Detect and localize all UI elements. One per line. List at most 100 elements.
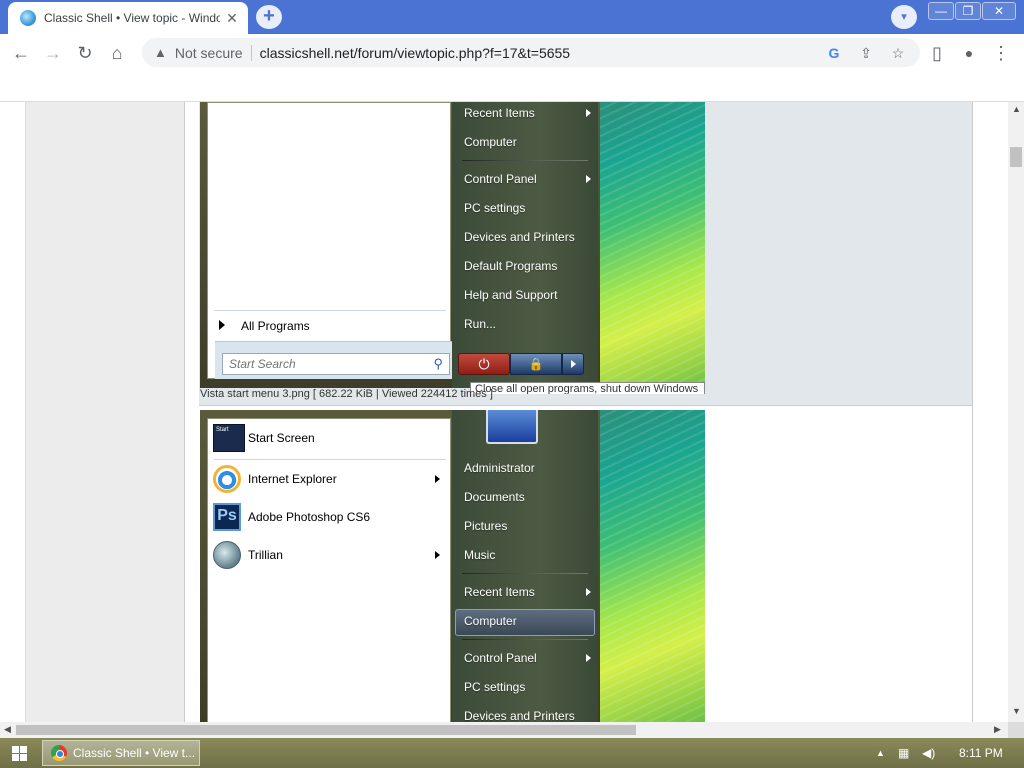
power-tooltip: Close all open programs, shut down Windo… — [470, 382, 705, 394]
submenu-arrow-icon — [435, 551, 440, 559]
windows-taskbar: Classic Shell • View t... ▲ ▦ ◀) 8:11 PM — [0, 738, 1024, 768]
horizontal-scroll-thumb[interactable] — [16, 725, 636, 735]
forward-button[interactable]: → — [40, 40, 66, 66]
address-bar[interactable]: ▲ Not secure classicshell.net/forum/view… — [142, 38, 920, 67]
lock-button-icon[interactable]: 🔒 — [510, 353, 562, 375]
taskbar-item-label: Classic Shell • View t... — [73, 746, 196, 760]
all-programs-item[interactable]: All Programs — [241, 319, 310, 333]
attachment-image-start-menu-2[interactable]: Start Start Screen Internet Explorer Ps … — [200, 410, 705, 722]
restore-button[interactable]: ❐ — [955, 2, 981, 20]
menu-item-label: Run... — [464, 317, 497, 331]
submenu-arrow-icon — [586, 654, 591, 662]
post-content: All Programs ⚲ Recent Items Computer Con… — [185, 102, 981, 722]
start-search-box[interactable]: ⚲ — [222, 353, 450, 375]
taskbar-item-chrome[interactable]: Classic Shell • View t... — [42, 740, 200, 766]
url-text[interactable]: classicshell.net/forum/viewtopic.php?f=1… — [260, 45, 571, 61]
back-button[interactable]: ← — [8, 40, 34, 66]
scroll-down-icon[interactable]: ▼ — [1012, 706, 1021, 716]
menu-item-label: PC settings — [464, 201, 526, 215]
side-panel-icon[interactable]: ▯ — [924, 40, 950, 66]
reload-button[interactable]: ↻ — [72, 40, 98, 66]
menu-item-label: Recent Items — [464, 585, 535, 599]
browser-tab[interactable]: Classic Shell • View topic - Windo ✕ — [8, 2, 248, 34]
menu-item-administrator[interactable]: Administrator — [464, 461, 535, 475]
program-item-internet-explorer[interactable]: Internet Explorer — [213, 462, 447, 498]
menu-item-pc-settings[interactable]: PC settings — [464, 201, 525, 215]
menu-item-label: Music — [464, 548, 496, 562]
computer-icon — [486, 410, 538, 444]
start-search-input[interactable] — [223, 354, 413, 374]
windows-logo-icon — [12, 746, 19, 753]
vertical-scroll-thumb[interactable] — [1010, 147, 1022, 167]
tab-title: Classic Shell • View topic - Windo — [44, 11, 220, 25]
menu-item-pictures[interactable]: Pictures — [464, 519, 507, 533]
windows-logo-pane — [12, 754, 19, 761]
program-label: Internet Explorer — [248, 472, 337, 486]
close-window-button[interactable]: ✕ — [982, 2, 1016, 20]
menu-item-recent-items[interactable]: Recent Items — [464, 585, 591, 599]
new-tab-button[interactable]: + — [256, 5, 282, 29]
horizontal-scrollbar[interactable]: ◀ ▶ — [0, 722, 1008, 738]
submenu-arrow-icon — [586, 109, 591, 117]
menu-item-label: Computer — [464, 135, 517, 149]
menu-item-label: Documents — [464, 490, 525, 504]
vertical-scrollbar[interactable]: ▲ ▼ — [1008, 102, 1024, 722]
taskbar-clock[interactable]: 8:11 PM — [959, 746, 1003, 760]
scroll-right-icon[interactable]: ▶ — [994, 724, 1001, 735]
menu-separator — [462, 160, 588, 161]
menu-item-devices-printers[interactable]: Devices and Printers — [464, 230, 575, 244]
home-button[interactable]: ⌂ — [104, 40, 130, 66]
scroll-up-icon[interactable]: ▲ — [1012, 104, 1021, 114]
browser-toolbar: ← → ↻ ⌂ ▲ Not secure classicshell.net/fo… — [0, 34, 1024, 71]
tray-up-arrow-icon[interactable]: ▲ — [876, 748, 885, 758]
minimize-button[interactable]: — — [928, 2, 954, 20]
menu-item-help-support[interactable]: Help and Support — [464, 288, 557, 302]
start-search-area: ⚲ — [215, 341, 459, 379]
start-menu-places-pane: Recent Items Computer Control Panel PC s… — [452, 102, 598, 388]
menu-separator — [462, 639, 588, 640]
program-item-trillian[interactable]: Trillian — [213, 538, 447, 574]
address-divider — [250, 44, 252, 61]
tab-search-button[interactable]: ▾ — [891, 5, 917, 29]
all-programs-arrow-icon — [219, 320, 225, 330]
bookmarks-bar — [0, 71, 1024, 102]
submenu-arrow-icon — [586, 175, 591, 183]
program-item-start-screen[interactable]: Start Start Screen — [213, 421, 447, 457]
pinned-divider — [214, 459, 446, 460]
profile-icon[interactable]: ● — [956, 40, 982, 66]
submenu-arrow-icon — [435, 475, 440, 483]
internet-explorer-icon — [213, 465, 241, 493]
bookmark-star-icon[interactable]: ☆ — [888, 43, 908, 63]
chrome-menu-icon[interactable]: ⋮ — [988, 40, 1014, 66]
vista-wallpaper-strip — [600, 410, 705, 722]
menu-item-recent-items[interactable]: Recent Items — [464, 106, 591, 120]
menu-item-default-programs[interactable]: Default Programs — [464, 259, 557, 273]
security-status[interactable]: Not secure — [175, 45, 243, 61]
menu-item-devices-printers[interactable]: Devices and Printers — [464, 709, 575, 722]
menu-item-run[interactable]: Run... — [464, 317, 496, 331]
menu-item-pc-settings[interactable]: PC settings — [464, 680, 525, 694]
windows-start-button[interactable] — [4, 743, 34, 763]
shutdown-options-button[interactable] — [562, 353, 584, 375]
submenu-arrow-icon — [586, 588, 591, 596]
chrome-icon — [51, 745, 67, 761]
share-icon[interactable]: ⇪ — [856, 43, 876, 63]
menu-item-documents[interactable]: Documents — [464, 490, 525, 504]
menu-item-computer[interactable]: Computer — [464, 614, 517, 628]
attachment-image-vista-start-menu[interactable]: All Programs ⚲ Recent Items Computer Con… — [200, 102, 705, 388]
tab-close-icon[interactable]: ✕ — [224, 10, 240, 27]
menu-item-control-panel[interactable]: Control Panel — [464, 651, 591, 665]
power-button-icon[interactable]: ⏻ — [458, 353, 510, 375]
network-icon[interactable]: ▦ — [898, 746, 909, 760]
scroll-left-icon[interactable]: ◀ — [4, 724, 11, 735]
menu-item-label: Computer — [464, 614, 517, 628]
volume-icon[interactable]: ◀) — [922, 746, 935, 760]
menu-item-music[interactable]: Music — [464, 548, 495, 562]
menu-item-computer[interactable]: Computer — [464, 135, 517, 149]
forum-left-panel — [25, 102, 185, 722]
menu-item-control-panel[interactable]: Control Panel — [464, 172, 591, 186]
search-icon: ⚲ — [433, 356, 443, 371]
program-item-photoshop[interactable]: Ps Adobe Photoshop CS6 — [213, 500, 447, 536]
vista-wallpaper-strip — [600, 102, 705, 388]
google-icon[interactable]: G — [824, 43, 844, 63]
